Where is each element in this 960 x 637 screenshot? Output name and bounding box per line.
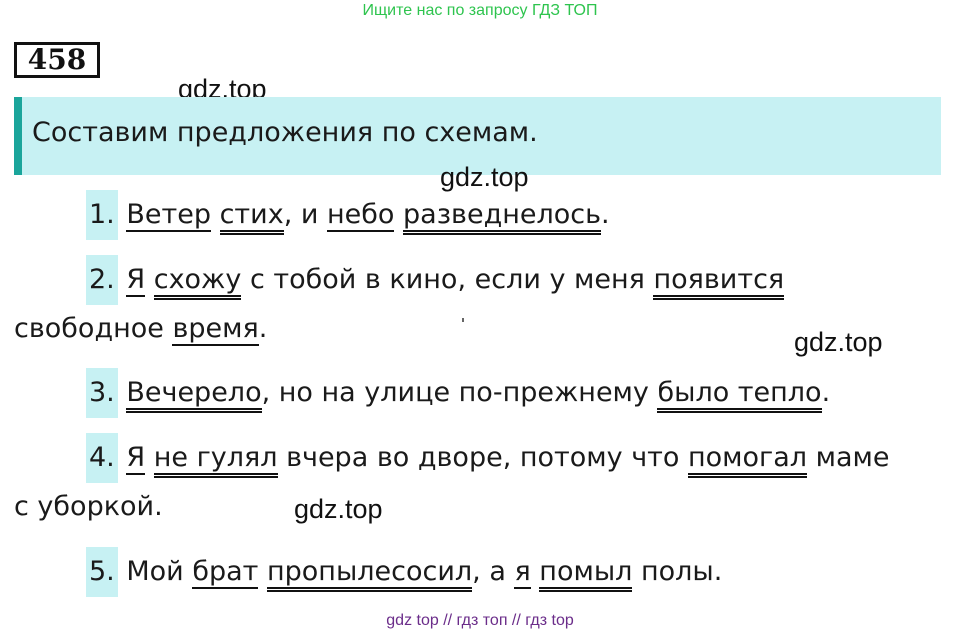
sentence-4-continued: с уборкой.: [14, 482, 941, 532]
sentence-number: 2.: [86, 255, 118, 305]
predicate: появится: [653, 264, 785, 300]
predicate: было тепло: [657, 377, 822, 413]
text: с тобой в кино, если у меня: [241, 264, 654, 295]
text: с уборкой.: [14, 491, 163, 522]
text: .: [258, 313, 268, 344]
predicate: помыл: [539, 556, 633, 592]
subject: Я: [126, 264, 146, 297]
predicate: пропылесосил: [266, 556, 473, 592]
top-banner: Ищите нас по запросу ГДЗ ТОП: [362, 2, 598, 19]
text: свободное: [14, 313, 173, 344]
text: полы.: [632, 556, 723, 587]
stray-mark: [462, 318, 464, 322]
sentence-number: 5.: [86, 547, 118, 597]
predicate: Вечерело: [126, 377, 262, 413]
sentence-4: 4. Я не гулял вчера во дворе, потому что…: [14, 433, 941, 483]
predicate: стих: [219, 199, 284, 235]
task-number: 458: [14, 42, 100, 78]
instruction-text: Составим предложения по схемам.: [32, 117, 538, 148]
watermark: gdz.top: [294, 494, 383, 524]
subject: брат: [192, 556, 259, 589]
predicate: не гулял: [153, 442, 278, 478]
text: маме: [807, 442, 890, 473]
text: вчера во дворе, потому что: [277, 442, 688, 473]
watermark: gdz.top: [794, 327, 883, 357]
text: .: [601, 199, 610, 230]
subject: Ветер: [126, 199, 211, 232]
text: Мой: [126, 556, 193, 587]
predicate: схожу: [153, 264, 242, 300]
sentence-number: 4.: [86, 433, 118, 483]
sentence-2: 2. Я схожу с тобой в кино, если у меня п…: [14, 255, 941, 305]
text: , и: [283, 199, 327, 230]
sentence-1: 1. Ветер стих, и небо разведнелось.: [14, 190, 941, 240]
text: , но на улице по-прежнему: [261, 377, 658, 408]
footer-links[interactable]: gdz top // гдз топ // гдз top: [0, 612, 960, 630]
subject: небо: [326, 199, 395, 232]
sentence-number: 1.: [86, 190, 118, 240]
predicate: помогал: [687, 442, 808, 478]
subject: время: [172, 313, 259, 346]
sentence-3: 3. Вечерело, но на улице по-прежнему был…: [14, 368, 941, 418]
text: .: [821, 377, 831, 408]
sentence-number: 3.: [86, 368, 118, 418]
subject: я: [514, 556, 531, 589]
subject: Я: [126, 442, 146, 475]
predicate: разведнелось: [403, 199, 602, 235]
watermark: gdz.top: [440, 162, 529, 192]
sentence-5: 5. Мой брат пропылесосил, а я помыл полы…: [14, 547, 941, 597]
text: , а: [472, 556, 515, 587]
